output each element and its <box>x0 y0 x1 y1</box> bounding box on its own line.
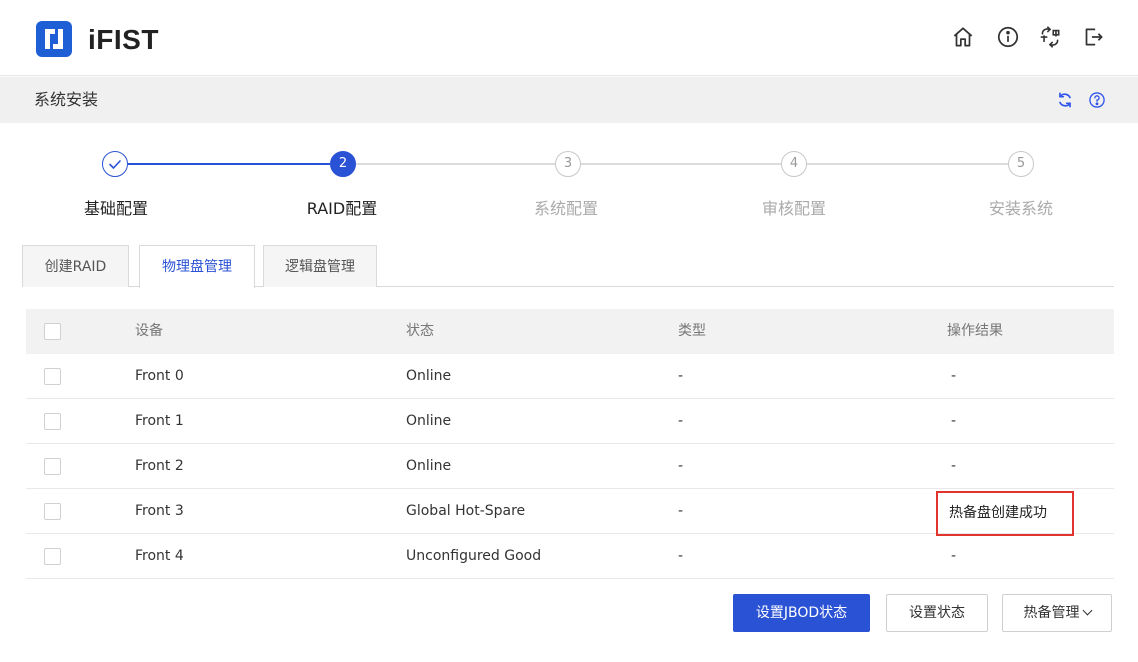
ifist-logo-icon <box>36 21 72 57</box>
hotspare-menu-label: 热备管理 <box>1023 605 1080 621</box>
chevron-down-icon <box>1082 605 1092 616</box>
step-2-label: RAID配置 <box>306 199 378 218</box>
row-checkbox[interactable] <box>44 548 61 565</box>
step-connector <box>807 163 1008 165</box>
hotspare-menu-button[interactable]: 热备管理 <box>1002 594 1112 632</box>
type-cell: - <box>678 503 684 519</box>
status-cell: Unconfigured Good <box>406 548 542 564</box>
column-header-device: 设备 <box>135 323 163 339</box>
table-header: 设备 状态 类型 操作结果 <box>26 309 1114 354</box>
result-cell: - <box>951 458 957 474</box>
step-1-label: 基础配置 <box>83 199 149 218</box>
device-cell: Front 1 <box>135 413 184 429</box>
step-5-label: 安装系统 <box>988 199 1054 218</box>
language-switch-icon[interactable] <box>1037 24 1063 50</box>
step-2-indicator: 2 <box>330 151 356 177</box>
result-cell: - <box>951 548 957 564</box>
status-cell: Global Hot-Spare <box>406 503 526 519</box>
table-row: Front 4 Unconfigured Good - - <box>26 534 1114 579</box>
step-4-label: 审核配置 <box>761 199 827 218</box>
type-cell: - <box>678 548 684 564</box>
step-4-indicator: 4 <box>781 151 807 177</box>
table-row: Front 2 Online - - <box>26 444 1114 489</box>
table-row: Front 3 Global Hot-Spare - 热备盘创建成功 <box>26 489 1114 536</box>
hotspare-success-result: 热备盘创建成功 <box>936 491 1074 536</box>
row-checkbox[interactable] <box>44 503 61 520</box>
step-5-indicator: 5 <box>1008 151 1034 177</box>
app-header: iFIST <box>0 0 1138 76</box>
refresh-icon[interactable] <box>1055 90 1075 110</box>
help-icon[interactable] <box>1087 90 1107 110</box>
type-cell: - <box>678 458 684 474</box>
step-3-indicator: 3 <box>555 151 581 177</box>
set-jbod-button[interactable]: 设置JBOD状态 <box>733 594 870 632</box>
tab-physical-disk[interactable]: 物理盘管理 <box>139 245 255 288</box>
page-title-bar: 系统安装 <box>0 77 1138 123</box>
info-icon[interactable] <box>995 24 1021 50</box>
device-cell: Front 4 <box>135 548 184 564</box>
set-state-button[interactable]: 设置状态 <box>886 594 988 632</box>
status-cell: Online <box>406 458 452 474</box>
column-header-status: 状态 <box>406 323 434 339</box>
device-cell: Front 0 <box>135 368 184 384</box>
brand-name: iFIST <box>88 24 159 55</box>
column-header-result: 操作结果 <box>947 323 1003 339</box>
table-row: Front 1 Online - - <box>26 399 1114 444</box>
install-steps: 2 3 4 5 基础配置 RAID配置 系统配置 审核配置 安装系统 <box>0 140 1138 230</box>
table-row: Front 0 Online - - <box>26 354 1114 399</box>
status-cell: Online <box>406 413 452 429</box>
step-connector <box>581 163 781 165</box>
row-checkbox[interactable] <box>44 458 61 475</box>
tab-logical-disk[interactable]: 逻辑盘管理 <box>263 245 377 287</box>
column-header-type: 类型 <box>678 323 706 339</box>
step-1-check-icon <box>102 151 128 177</box>
step-connector <box>356 163 555 165</box>
type-cell: - <box>678 413 684 429</box>
device-cell: Front 3 <box>135 503 184 519</box>
select-all-checkbox[interactable] <box>44 323 61 340</box>
device-cell: Front 2 <box>135 458 184 474</box>
logout-icon[interactable] <box>1080 24 1106 50</box>
row-checkbox[interactable] <box>44 413 61 430</box>
step-3-label: 系统配置 <box>533 199 599 218</box>
type-cell: - <box>678 368 684 384</box>
row-checkbox[interactable] <box>44 368 61 385</box>
status-cell: Online <box>406 368 452 384</box>
page-title: 系统安装 <box>34 90 99 109</box>
tab-create-raid[interactable]: 创建RAID <box>22 245 129 287</box>
home-icon[interactable] <box>950 24 976 50</box>
result-cell: - <box>951 413 957 429</box>
disk-tabs: 创建RAID 物理盘管理 逻辑盘管理 <box>22 245 1114 288</box>
step-connector <box>128 163 330 165</box>
result-cell: - <box>951 368 957 384</box>
